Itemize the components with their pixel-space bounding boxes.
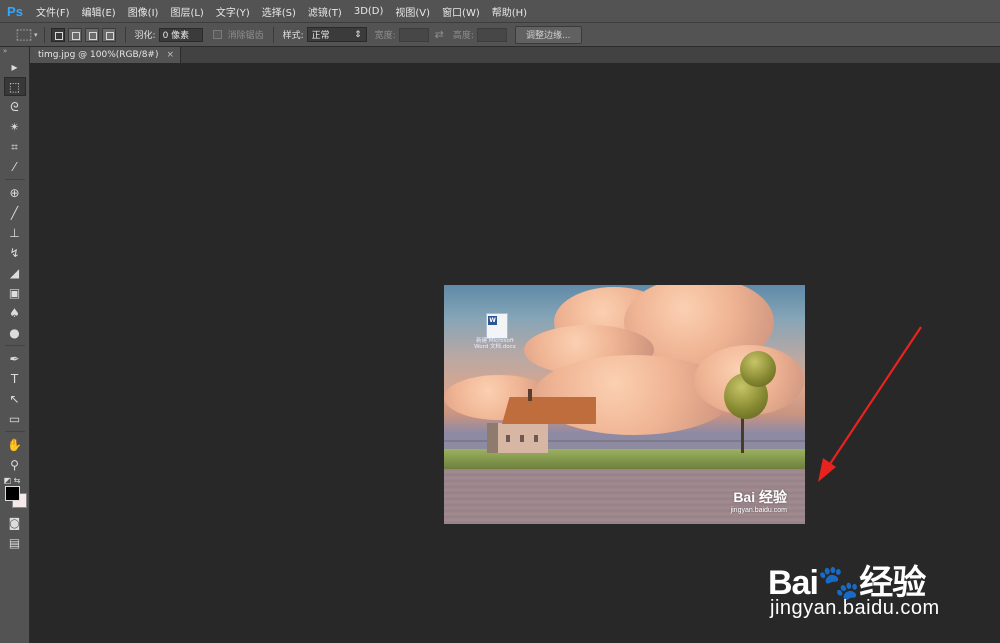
menu-window[interactable]: 窗口(W) <box>436 4 486 19</box>
style-select-value: 正常 <box>311 31 330 41</box>
document-tab[interactable]: timg.jpg @ 100%(RGB/8#) × <box>30 47 182 63</box>
tools-panel: » ▸ ⬚ ᘓ ✴ ⌗ ⁄ ⊕ ╱ ⊥ ↯ ◢ ▣ ♠ ● ✒ T ↖ ▭ ✋ … <box>0 47 30 643</box>
magic-wand-icon[interactable]: ✴ <box>4 117 26 136</box>
move-icon[interactable]: ▸ <box>4 57 26 76</box>
refine-edge-button[interactable]: 调整边缘... <box>514 25 582 44</box>
type-icon[interactable]: T <box>4 369 26 388</box>
screen-mode-icon[interactable]: ▤ <box>4 533 26 552</box>
window <box>520 435 524 442</box>
divider <box>4 431 25 432</box>
eraser-icon[interactable]: ◢ <box>4 263 26 282</box>
hand-icon[interactable]: ✋ <box>4 435 26 454</box>
dodge-icon[interactable]: ● <box>4 323 26 342</box>
house-roof <box>502 397 596 424</box>
blur-icon[interactable]: ♠ <box>4 303 26 322</box>
width-label: 宽度: <box>374 31 396 41</box>
color-swatches: ◩ ⇆ <box>1 476 29 512</box>
document-tab-bar: timg.jpg @ 100%(RGB/8#) × <box>30 47 1000 63</box>
collapse-panel-icon[interactable]: » <box>0 47 29 56</box>
menu-layer[interactable]: 图层(L) <box>164 4 209 19</box>
menu-type[interactable]: 文字(Y) <box>210 4 256 19</box>
height-label: 高度: <box>452 31 474 41</box>
style-select[interactable]: 正常 ⇕ <box>306 27 367 42</box>
brush-icon[interactable]: ╱ <box>4 203 26 222</box>
width-input[interactable] <box>398 27 429 42</box>
word-document-icon <box>486 313 508 339</box>
clone-stamp-icon[interactable]: ⊥ <box>4 223 26 242</box>
divider <box>4 345 25 346</box>
window <box>534 435 538 442</box>
window <box>506 435 510 442</box>
style-label: 样式: <box>282 31 304 41</box>
antialias-label: 消除锯齿 <box>227 31 264 41</box>
healing-brush-icon[interactable]: ⊕ <box>4 183 26 202</box>
gradient-icon[interactable]: ▣ <box>4 283 26 302</box>
divider <box>4 179 25 180</box>
menu-file[interactable]: 文件(F) <box>30 4 76 19</box>
divider <box>124 26 126 43</box>
swap-icon[interactable]: ⇄ <box>435 28 444 41</box>
tree-top <box>740 351 776 387</box>
close-icon[interactable]: × <box>166 50 174 60</box>
options-bar: ▾ 羽化: 0 像素 消除锯齿 样式: 正常 ⇕ 宽度: ⇄ 高度: 调整边缘.… <box>0 23 1000 47</box>
feather-input[interactable]: 0 像素 <box>158 27 203 42</box>
tree-trunk <box>741 415 744 453</box>
desktop-icon-label: 新建 Microsoft Word 文档.docx <box>474 338 516 350</box>
zoom-icon[interactable]: ⚲ <box>4 455 26 474</box>
menu-help[interactable]: 帮助(H) <box>486 4 533 19</box>
photoshop-logo: Ps <box>7 3 23 19</box>
chevron-down-icon[interactable]: ▾ <box>34 31 38 39</box>
new-selection-button[interactable] <box>50 27 65 42</box>
photo-watermark-logo: Bai 经验 <box>733 489 787 505</box>
quick-mask-icon[interactable]: ◙ <box>4 513 26 532</box>
divider <box>272 26 274 43</box>
menu-view[interactable]: 视图(V) <box>389 4 436 19</box>
default-colors-icon[interactable]: ◩ ⇆ <box>4 476 21 485</box>
history-brush-icon[interactable]: ↯ <box>4 243 26 262</box>
intersect-selection-button[interactable] <box>101 27 116 42</box>
chimney <box>528 389 532 401</box>
menu-select[interactable]: 选择(S) <box>256 4 302 19</box>
marquee-icon[interactable]: ⬚ <box>3 77 26 96</box>
pen-icon[interactable]: ✒ <box>4 349 26 368</box>
tool-preset-picker-icon[interactable] <box>16 29 32 40</box>
subtract-from-selection-button[interactable] <box>84 27 99 42</box>
menu-image[interactable]: 图像(I) <box>122 4 165 19</box>
feather-label: 羽化: <box>134 31 156 41</box>
eyedropper-icon[interactable]: ⁄ <box>4 157 26 176</box>
divider <box>43 26 45 43</box>
document-tab-title: timg.jpg @ 100%(RGB/8#) <box>38 50 159 60</box>
menu-3d[interactable]: 3D(D) <box>348 6 390 17</box>
photo-watermark-url: jingyan.baidu.com <box>730 507 787 514</box>
height-input[interactable] <box>476 27 507 42</box>
crop-icon[interactable]: ⌗ <box>4 137 26 156</box>
menu-bar: Ps 文件(F) 编辑(E) 图像(I) 图层(L) 文字(Y) 选择(S) 滤… <box>0 0 1000 23</box>
path-selection-icon[interactable]: ↖ <box>4 389 26 408</box>
add-to-selection-button[interactable] <box>67 27 82 42</box>
antialias-checkbox[interactable] <box>212 30 222 39</box>
foreground-color-swatch[interactable] <box>4 486 20 501</box>
lasso-icon[interactable]: ᘓ <box>4 97 26 116</box>
menu-edit[interactable]: 编辑(E) <box>76 4 122 19</box>
document-image[interactable]: 新建 Microsoft Word 文档.docx Bai 经验 jingyan… <box>444 285 805 524</box>
rectangle-icon[interactable]: ▭ <box>4 409 26 428</box>
chevron-updown-icon: ⇕ <box>354 29 362 40</box>
menu-filter[interactable]: 滤镜(T) <box>302 4 348 19</box>
baidu-jingyan-url: jingyan.baidu.com <box>770 597 940 619</box>
